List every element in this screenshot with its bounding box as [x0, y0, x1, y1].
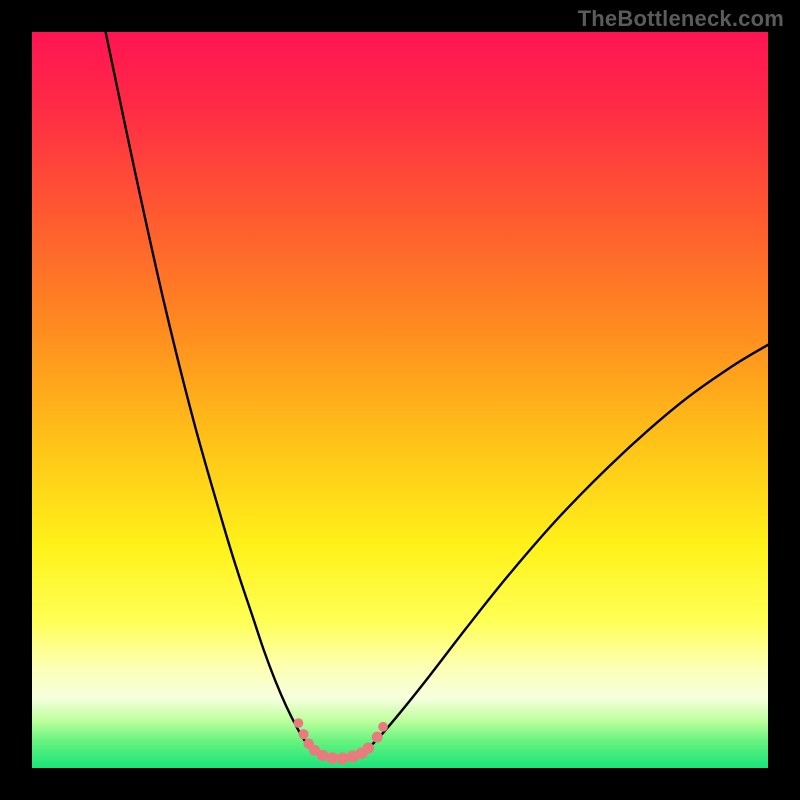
data-marker: [378, 722, 388, 732]
data-marker: [337, 752, 349, 764]
data-marker: [294, 718, 304, 728]
gradient-background: [32, 32, 768, 768]
chart-frame: TheBottleneck.com: [0, 0, 800, 800]
data-marker: [372, 732, 383, 743]
data-marker: [326, 752, 338, 764]
watermark-text: TheBottleneck.com: [578, 6, 784, 32]
chart-svg: [32, 32, 768, 768]
plot-area: [32, 32, 768, 768]
data-marker: [299, 729, 309, 739]
data-marker: [363, 742, 374, 753]
